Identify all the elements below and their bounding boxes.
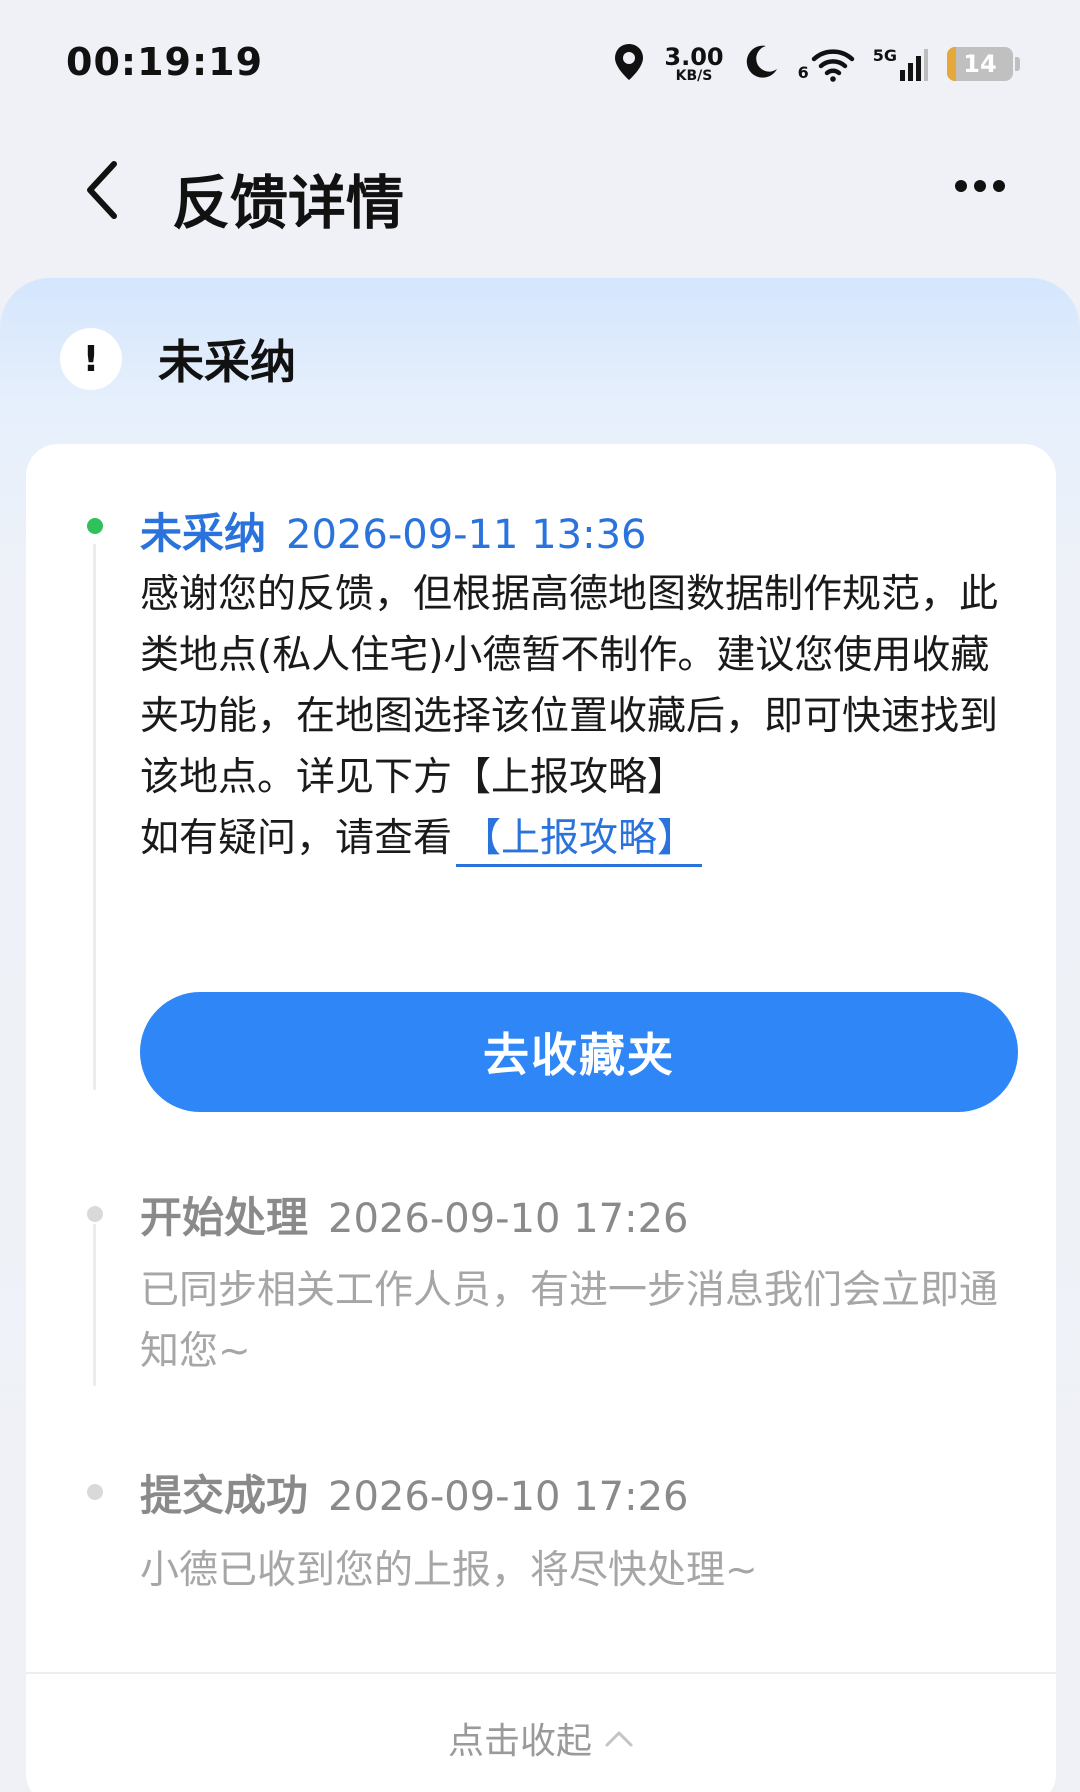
report-guide-link[interactable]: 【上报攻略】	[456, 814, 703, 867]
location-icon	[612, 42, 646, 86]
collapse-label: 点击收起	[447, 1721, 592, 1762]
status-time: 00:19:19	[66, 40, 264, 84]
status-header: ! 未采纳	[60, 324, 296, 394]
collapse-button[interactable]: 点击收起	[26, 1708, 1056, 1768]
timeline-label: 开始处理	[140, 1193, 309, 1242]
timeline-dot-active	[87, 518, 103, 534]
timeline-message: 感谢您的反馈，但根据高德地图数据制作规范，此类地点(私人住宅)小德暂不制作。建议…	[140, 564, 1020, 869]
net-speed-value: 3.00	[664, 43, 724, 71]
wifi-label: 6	[797, 63, 809, 82]
status-bar: 00:19:19 3.00 KB/S 6 5G 14	[0, 0, 1080, 120]
timeline-card: 未采纳 2026-09-11 13:36 感谢您的反馈，但根据高德地图数据制作规…	[26, 444, 1056, 1792]
battery-cap	[1015, 57, 1020, 71]
timeline-connector	[93, 1224, 96, 1386]
battery-level: 14	[963, 50, 997, 78]
battery-icon: 14	[947, 47, 1013, 81]
question-prefix: 如有疑问，请查看	[140, 816, 453, 861]
timeline-connector	[93, 544, 96, 1090]
timeline-body-text: 感谢您的反馈，但根据高德地图数据制作规范，此类地点(私人住宅)小德暂不制作。建议…	[140, 572, 999, 800]
header: 反馈详情	[0, 130, 1080, 250]
timeline-body-text: 小德已收到您的上报，将尽快处理~	[140, 1548, 758, 1593]
timeline-entry-header: 开始处理 2026-09-10 17:26	[140, 1184, 688, 1245]
timeline-entry-header: 提交成功 2026-09-10 17:26	[140, 1462, 688, 1523]
timeline-body-text: 已同步相关工作人员，有进一步消息我们会立即通知您~	[140, 1268, 999, 1374]
timeline-dot	[87, 1206, 103, 1222]
timeline-time: 2026-09-10 17:26	[328, 1474, 689, 1520]
chevron-left-icon	[87, 161, 117, 219]
go-to-favorites-button[interactable]: 去收藏夹	[140, 992, 1018, 1112]
timeline-label: 提交成功	[140, 1471, 309, 1520]
question-line: 如有疑问，请查看 【上报攻略】	[140, 808, 1020, 869]
cell-label: 5G	[872, 46, 897, 65]
back-button[interactable]	[62, 150, 142, 230]
feedback-detail-screen: 00:19:19 3.00 KB/S 6 5G 14 反馈详情 ! 未采纳 未采…	[0, 0, 1080, 1792]
net-speed: 3.00 KB/S	[664, 45, 723, 83]
exclamation-icon: !	[60, 328, 122, 390]
timeline-time: 2026-09-10 17:26	[328, 1196, 689, 1242]
signal-icon: 5G	[873, 46, 929, 82]
battery-level-fill	[947, 47, 957, 81]
timeline-label: 未采纳	[140, 509, 267, 558]
more-button[interactable]	[940, 156, 1020, 216]
moon-icon	[742, 43, 780, 85]
timeline-entry-header: 未采纳 2026-09-11 13:36	[140, 500, 646, 561]
net-speed-unit: KB/S	[675, 68, 713, 84]
chevron-up-icon	[604, 1728, 634, 1748]
page-title: 反馈详情	[172, 169, 405, 237]
status-icons: 3.00 KB/S 6 5G 14	[612, 40, 1020, 88]
more-dots-icon	[955, 180, 1005, 192]
status-title: 未采纳	[158, 335, 296, 389]
exclamation-glyph: !	[82, 338, 100, 380]
wifi-icon: 6	[798, 46, 855, 82]
timeline-dot	[87, 1484, 103, 1500]
card-divider	[26, 1672, 1056, 1674]
status-panel: ! 未采纳 未采纳 2026-09-11 13:36 感谢您的反馈，但根据高德地…	[0, 278, 1080, 1792]
timeline-time: 2026-09-11 13:36	[286, 512, 647, 558]
